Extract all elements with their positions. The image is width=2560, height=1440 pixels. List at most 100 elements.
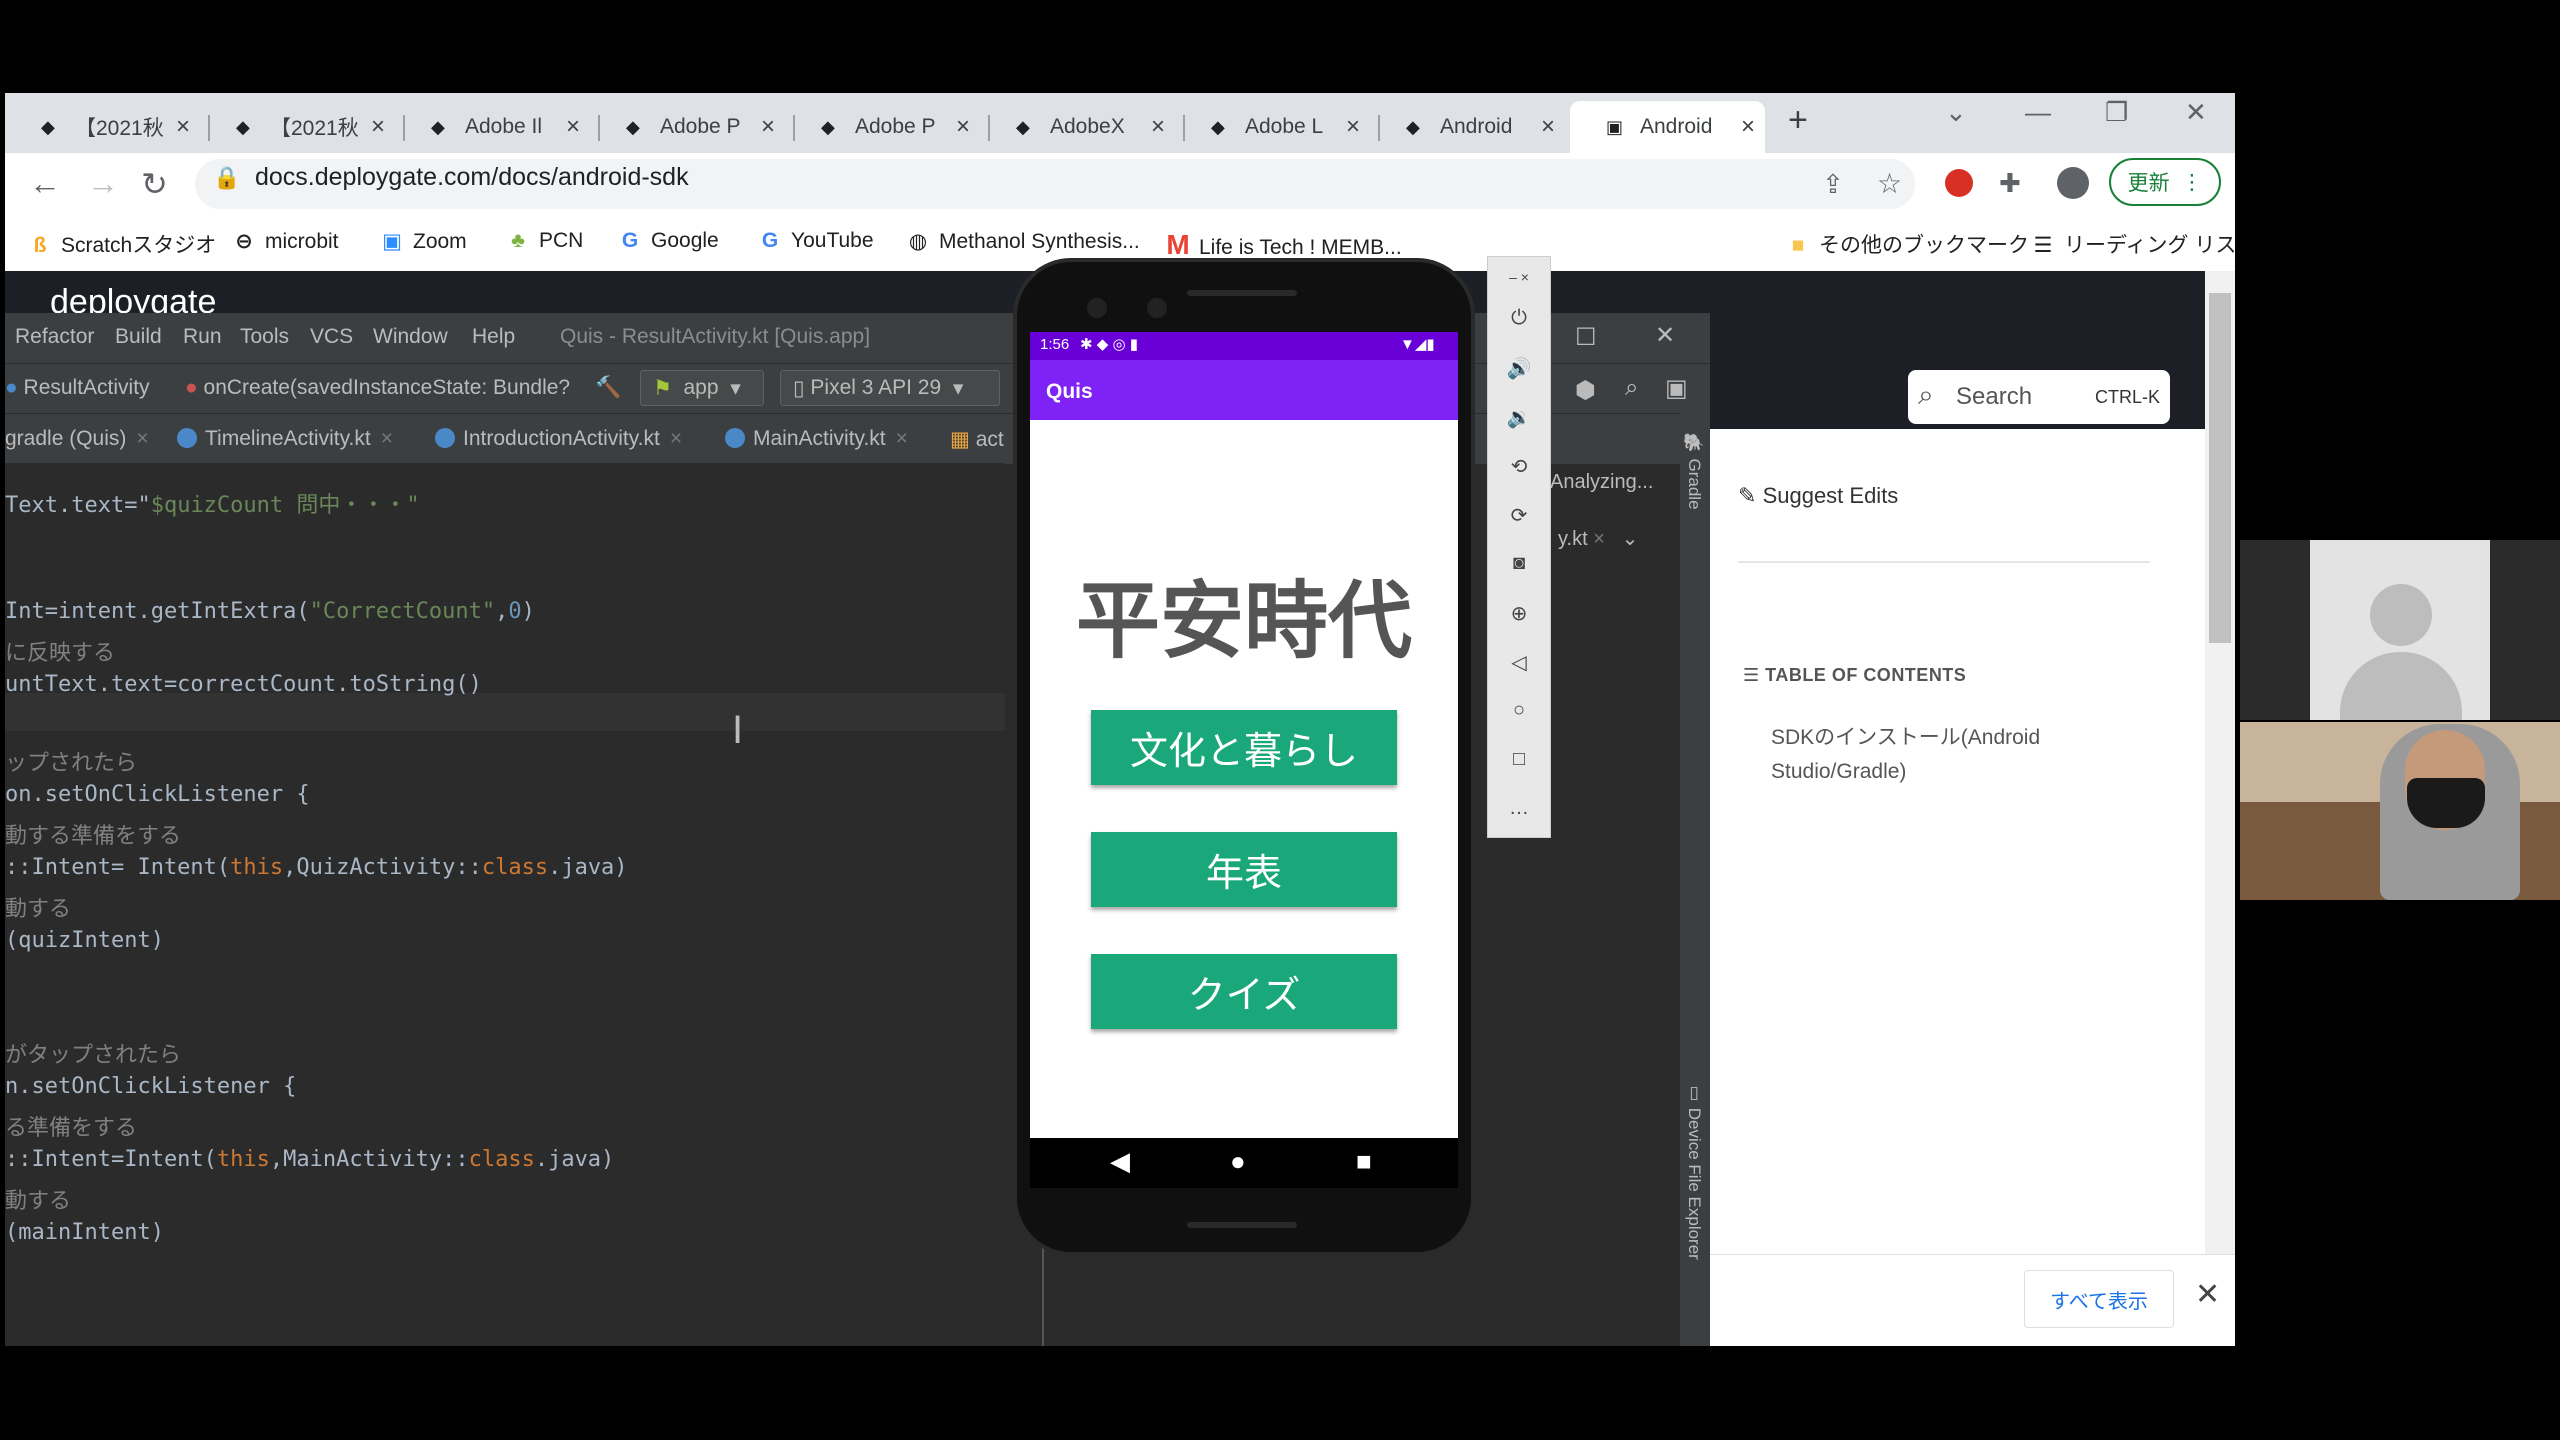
home-icon[interactable]: ○: [1488, 699, 1550, 722]
browser-tab[interactable]: ◆ Adobe L ×: [1175, 101, 1370, 153]
tab-close-icon[interactable]: ×: [896, 427, 908, 450]
device-dropdown[interactable]: ▯ Pixel 3 API 29 ▾: [780, 370, 1000, 406]
show-all-button[interactable]: すべて表示: [2024, 1270, 2174, 1328]
tab-close-icon[interactable]: ×: [1151, 113, 1165, 141]
tab-close-icon[interactable]: ×: [566, 113, 580, 141]
toc-item[interactable]: SDKのインストール(Android Studio/Gradle): [1771, 721, 2111, 789]
forward-arrow-icon[interactable]: →: [87, 165, 119, 202]
share-icon[interactable]: ⇪: [1822, 169, 1844, 200]
scrollbar-thumb[interactable]: [2209, 293, 2231, 643]
menu-refactor[interactable]: Refactor: [15, 325, 94, 349]
menu-vcs[interactable]: VCS: [310, 325, 353, 349]
close-icon[interactable]: ✕: [1655, 321, 1675, 350]
more-icon[interactable]: …: [1488, 797, 1550, 820]
browser-tab[interactable]: ◆ Adobe P ×: [590, 101, 785, 153]
browser-tab[interactable]: ◆ Adobe Il ×: [395, 101, 590, 153]
rotate-left-icon[interactable]: ⟲: [1488, 454, 1550, 479]
profile-avatar-icon[interactable]: [2057, 167, 2089, 199]
back-arrow-icon[interactable]: ←: [29, 165, 61, 202]
volume-down-icon[interactable]: 🔉: [1488, 405, 1550, 430]
tab-close-icon[interactable]: ×: [176, 113, 190, 141]
tab-close-icon[interactable]: ×: [670, 427, 682, 450]
device-file-explorer-tab[interactable]: ▯ Device File Explorer: [1684, 1083, 1704, 1260]
tab-result-activity[interactable]: y.kt × ⌄: [1558, 526, 1638, 551]
restore-icon[interactable]: ❐: [2105, 97, 2128, 128]
new-tab-plus-icon[interactable]: +: [1788, 101, 1808, 140]
lock-icon[interactable]: 🔒: [213, 165, 240, 191]
tab-close-icon[interactable]: ×: [136, 427, 148, 450]
tab-close-icon[interactable]: ×: [761, 113, 775, 141]
home-circle-icon[interactable]: ●: [1230, 1146, 1246, 1177]
power-icon[interactable]: ⏻: [1488, 307, 1550, 330]
hammer-icon[interactable]: 🔨: [595, 376, 621, 400]
reading-list[interactable]: ☰リーディング リスト: [2030, 229, 2235, 259]
suggest-edits-link[interactable]: ✎ Suggest Edits: [1738, 483, 1898, 509]
bookmark-star-icon[interactable]: ☆: [1877, 167, 1902, 200]
bookmark-lifeistech[interactable]: M Life is Tech ! MEMB...: [1165, 229, 1401, 261]
tab-timeline[interactable]: TimelineActivity.kt ×: [177, 427, 393, 451]
tab-main[interactable]: MainActivity.kt ×: [725, 427, 908, 451]
tab-close-icon[interactable]: ×: [1346, 113, 1360, 141]
bookmark-pcn[interactable]: ♣ PCN: [505, 229, 583, 253]
menu-tools[interactable]: Tools: [240, 325, 289, 349]
quiz-button[interactable]: クイズ: [1091, 954, 1397, 1029]
overview-icon[interactable]: □: [1488, 748, 1550, 771]
camera-icon[interactable]: ◙: [1488, 552, 1550, 575]
tabs-dropdown-icon[interactable]: ⌄: [1622, 528, 1639, 550]
update-button[interactable]: 更新 ⋮: [2109, 158, 2221, 206]
search-everywhere-icon[interactable]: ⌕: [1625, 374, 1638, 402]
breadcrumb-class[interactable]: ● ResultActivity: [5, 376, 150, 400]
bookmark-methanol[interactable]: ◍ Methanol Synthesis...: [905, 229, 1140, 254]
url-text[interactable]: docs.deploygate.com/docs/android-sdk: [255, 163, 689, 192]
bookmark-scratch[interactable]: ß Scratchスタジオ: [27, 229, 217, 259]
browser-tab[interactable]: ◆ 【2021秋 ×: [200, 101, 395, 153]
browser-tab-active[interactable]: ▣ Android ×: [1570, 101, 1765, 153]
emulator-screen[interactable]: 1:56 ✱ ◆ ◎ ▮ ▼◢▮ Quis 平安時代 文化と暮らし 年表 クイズ: [1030, 332, 1458, 1138]
menu-run[interactable]: Run: [183, 325, 222, 349]
close-download-bar-icon[interactable]: ✕: [2195, 1277, 2220, 1312]
tab-gradle[interactable]: gradle (Quis) ×: [5, 427, 149, 451]
extension-icon[interactable]: [1945, 169, 1973, 197]
tab-close-icon[interactable]: ×: [1541, 113, 1555, 141]
recents-square-icon[interactable]: ■: [1356, 1146, 1372, 1177]
search-box[interactable]: ⌕ Search CTRL-K: [1908, 370, 2170, 424]
volume-up-icon[interactable]: 🔊: [1488, 356, 1550, 381]
menu-help[interactable]: Help: [472, 325, 515, 349]
tab-close-icon[interactable]: ×: [1741, 113, 1755, 141]
tab-search-chevron-icon[interactable]: ⌄: [1945, 97, 1967, 128]
minimize-close-icons[interactable]: – ×: [1488, 269, 1550, 285]
timeline-button[interactable]: 年表: [1091, 832, 1397, 907]
tab-close-icon[interactable]: ×: [1593, 528, 1605, 550]
rotate-right-icon[interactable]: ⟳: [1488, 503, 1550, 528]
tab-close-icon[interactable]: ×: [381, 427, 393, 450]
back-triangle-icon[interactable]: ◀: [1110, 1146, 1130, 1177]
tab-close-icon[interactable]: ×: [371, 113, 385, 141]
tab-introduction[interactable]: IntroductionActivity.kt ×: [435, 427, 682, 451]
back-icon[interactable]: ◁: [1488, 650, 1550, 675]
maximize-icon[interactable]: ☐: [1575, 323, 1597, 352]
gradle-tool-tab[interactable]: 🐘 Gradle: [1684, 433, 1704, 510]
browser-tab[interactable]: ◆ AdobeX ×: [980, 101, 1175, 153]
bookmark-google[interactable]: G Google: [617, 229, 719, 253]
tab-activity-xml[interactable]: ▦ act: [950, 427, 1004, 452]
sdk-manager-icon[interactable]: ⬢: [1575, 376, 1596, 405]
bookmark-microbit[interactable]: ⊖ microbit: [231, 229, 338, 254]
tab-close-icon[interactable]: ×: [956, 113, 970, 141]
bookmark-youtube[interactable]: G YouTube: [757, 229, 874, 253]
menu-window[interactable]: Window: [373, 325, 448, 349]
culture-button[interactable]: 文化と暮らし: [1091, 710, 1397, 785]
browser-tab[interactable]: ◆ Adobe P ×: [785, 101, 980, 153]
zoom-icon[interactable]: ⊕: [1488, 601, 1550, 626]
other-bookmarks[interactable]: ■ その他のブックマーク: [1785, 229, 2029, 259]
menu-build[interactable]: Build: [115, 325, 162, 349]
browser-tab[interactable]: ◆ 【2021秋 ×: [5, 101, 200, 153]
browser-tab[interactable]: ◆ Android ×: [1370, 101, 1565, 153]
puzzle-extensions-icon[interactable]: ✚: [1999, 168, 2021, 199]
code-editor[interactable]: Text.text="$quizCount 問中・・・" Int=intent.…: [5, 463, 1005, 1346]
minimize-icon[interactable]: —: [2025, 97, 2051, 128]
reload-icon[interactable]: ↻: [141, 165, 168, 203]
bookmark-zoom[interactable]: ▣ Zoom: [379, 229, 467, 254]
close-window-icon[interactable]: ✕: [2185, 97, 2207, 128]
run-config-dropdown[interactable]: ⚑ app ▾: [640, 370, 764, 406]
breadcrumb-method[interactable]: ● onCreate(savedInstanceState: Bundle?: [185, 376, 570, 400]
